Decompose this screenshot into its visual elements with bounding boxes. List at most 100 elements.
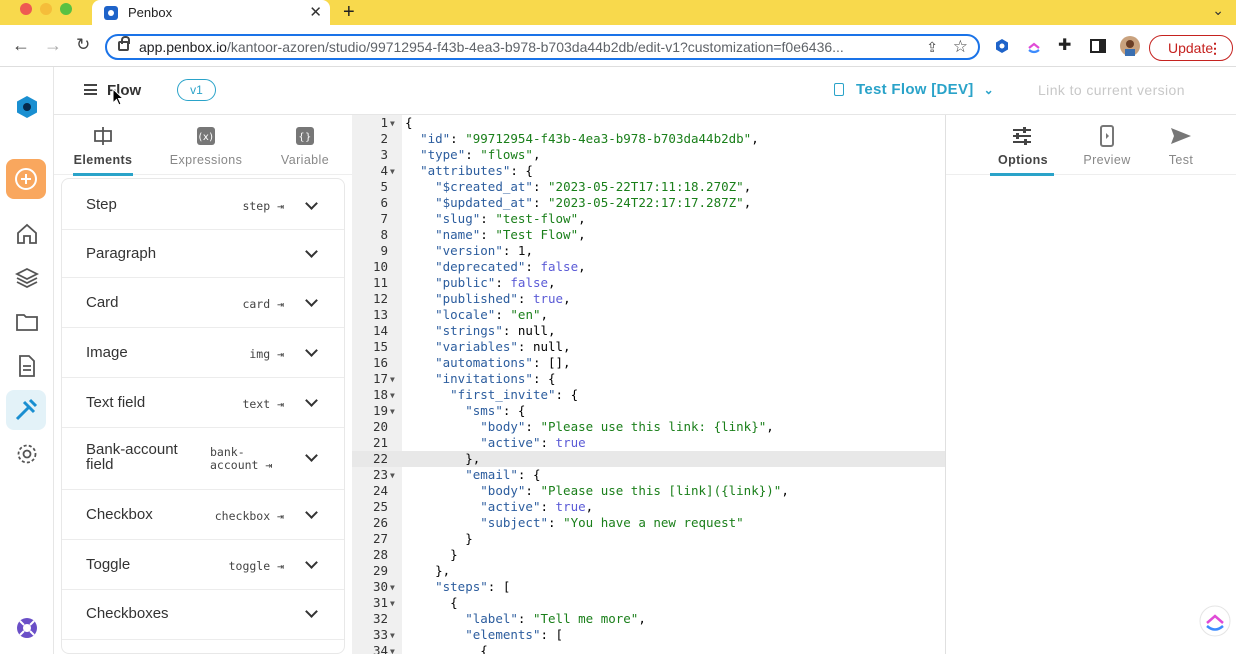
- code-line[interactable]: {: [405, 115, 413, 130]
- reload-icon[interactable]: ↻: [76, 35, 90, 55]
- new-tab-icon[interactable]: +: [343, 1, 355, 24]
- tab-options[interactable]: Options: [990, 125, 1054, 176]
- code-line[interactable]: "subject": "You have a new request": [405, 515, 743, 530]
- browser-menu-icon[interactable]: ⋮: [1208, 40, 1222, 57]
- code-line[interactable]: "sms": {: [405, 403, 525, 418]
- list-item-image[interactable]: Image img ⇥: [62, 328, 344, 378]
- share-icon[interactable]: ⇪: [926, 39, 938, 56]
- tab-expressions[interactable]: (x) Expressions: [167, 125, 245, 167]
- code-line[interactable]: "first_invite": {: [405, 387, 578, 402]
- list-item-paragraph[interactable]: Paragraph: [62, 230, 344, 278]
- list-item-text-field[interactable]: Text field text ⇥: [62, 378, 344, 428]
- chevron-down-icon[interactable]: [305, 294, 318, 307]
- chevron-down-icon[interactable]: [305, 556, 318, 569]
- list-item-bank-account-field[interactable]: Bank-account field bank-account ⇥: [62, 428, 344, 490]
- chevron-down-icon[interactable]: [305, 245, 318, 258]
- chevron-down-icon[interactable]: [305, 394, 318, 407]
- fold-toggle-icon[interactable]: ▼: [390, 407, 395, 416]
- clickup-floating-icon[interactable]: [1199, 605, 1231, 637]
- chevron-down-icon[interactable]: [305, 605, 318, 618]
- code-line[interactable]: "active": true,: [405, 499, 593, 514]
- profile-avatar-icon[interactable]: [1120, 36, 1140, 56]
- tab-search-icon[interactable]: ⌄: [1212, 2, 1224, 19]
- code-line[interactable]: "active": true: [405, 435, 585, 450]
- code-line[interactable]: "version": 1,: [405, 243, 533, 258]
- chevron-down-icon[interactable]: [305, 449, 318, 462]
- link-to-current-version-button[interactable]: Link to current version: [1038, 82, 1185, 98]
- chevron-down-icon[interactable]: [305, 506, 318, 519]
- fold-toggle-icon[interactable]: ▼: [390, 391, 395, 400]
- code-line[interactable]: "id": "99712954-f43b-4ea3-b978-b703da44b…: [405, 131, 759, 146]
- create-new-icon[interactable]: [6, 159, 46, 199]
- list-item-checkbox[interactable]: Checkbox checkbox ⇥: [62, 490, 344, 540]
- list-item-checkboxes[interactable]: Checkboxes: [62, 590, 344, 640]
- close-window-button[interactable]: [20, 3, 32, 15]
- folder-icon[interactable]: [15, 310, 39, 334]
- close-tab-icon[interactable]: ✕: [309, 3, 322, 21]
- fold-toggle-icon[interactable]: ▼: [390, 647, 395, 654]
- flow-selector-dropdown[interactable]: Test Flow [DEV] ⌄: [834, 81, 994, 98]
- code-line[interactable]: }: [405, 547, 458, 562]
- code-line[interactable]: "body": "Please use this link: {link}",: [405, 419, 774, 434]
- code-line[interactable]: "automations": [],: [405, 355, 570, 370]
- sidebar-panel-icon[interactable]: [1090, 38, 1106, 54]
- layers-icon[interactable]: [15, 266, 39, 290]
- code-line[interactable]: "variables": null,: [405, 339, 570, 354]
- fold-toggle-icon[interactable]: ▼: [390, 167, 395, 176]
- update-browser-button[interactable]: Update ⋮: [1149, 35, 1233, 61]
- code-line[interactable]: }: [405, 531, 473, 546]
- studio-tools-icon[interactable]: [6, 390, 46, 430]
- fold-toggle-icon[interactable]: ▼: [390, 583, 395, 592]
- code-line[interactable]: "published": true,: [405, 291, 571, 306]
- code-line[interactable]: {: [405, 595, 458, 610]
- tab-variable[interactable]: {} Variable: [277, 125, 333, 167]
- tab-test[interactable]: Test: [1165, 125, 1197, 167]
- code-line[interactable]: "email": {: [405, 467, 540, 482]
- code-line[interactable]: "steps": [: [405, 579, 510, 594]
- fold-toggle-icon[interactable]: ▼: [390, 471, 395, 480]
- back-icon[interactable]: ←: [12, 35, 30, 56]
- clickup-extension-icon[interactable]: [1026, 38, 1042, 54]
- url-input[interactable]: app.penbox.io/kantoor-azoren/studio/9971…: [105, 34, 980, 60]
- code-line[interactable]: },: [405, 451, 480, 466]
- list-item-step[interactable]: Step step ⇥: [62, 179, 344, 230]
- code-line[interactable]: "public": false,: [405, 275, 555, 290]
- help-lifebuoy-icon[interactable]: [15, 616, 39, 640]
- code-line[interactable]: "deprecated": false,: [405, 259, 586, 274]
- fold-toggle-icon[interactable]: ▼: [390, 631, 395, 640]
- code-line[interactable]: "$updated_at": "2023-05-24T22:17:17.287Z…: [405, 195, 751, 210]
- code-line[interactable]: {: [405, 643, 488, 654]
- extensions-puzzle-icon[interactable]: ✚: [1058, 35, 1074, 54]
- penbox-extension-icon[interactable]: [994, 38, 1010, 54]
- fold-toggle-icon[interactable]: ▼: [390, 375, 395, 384]
- tab-elements[interactable]: Elements: [73, 125, 133, 176]
- code-line[interactable]: "name": "Test Flow",: [405, 227, 586, 242]
- code-line[interactable]: "label": "Tell me more",: [405, 611, 646, 626]
- maximize-window-button[interactable]: [60, 3, 72, 15]
- code-line[interactable]: "slug": "test-flow",: [405, 211, 586, 226]
- tab-preview[interactable]: Preview: [1081, 125, 1133, 167]
- home-icon[interactable]: [15, 222, 39, 246]
- code-line[interactable]: },: [405, 563, 450, 578]
- code-line[interactable]: "attributes": {: [405, 163, 533, 178]
- code-line[interactable]: "invitations": {: [405, 371, 555, 386]
- menu-hamburger-icon[interactable]: [84, 84, 97, 95]
- list-item-card[interactable]: Card card ⇥: [62, 278, 344, 328]
- chevron-down-icon[interactable]: [305, 344, 318, 357]
- version-badge[interactable]: v1: [177, 79, 216, 101]
- json-code-editor[interactable]: 1 ▼{2 "id": "99712954-f43b-4ea3-b978-b703…: [352, 115, 946, 654]
- code-line[interactable]: "type": "flows",: [405, 147, 540, 162]
- code-line[interactable]: "$created_at": "2023-05-22T17:11:18.270Z…: [405, 179, 751, 194]
- forward-icon[interactable]: →: [44, 35, 62, 56]
- minimize-window-button[interactable]: [40, 3, 52, 15]
- code-line[interactable]: "elements": [: [405, 627, 563, 642]
- settings-gear-icon[interactable]: [15, 442, 39, 466]
- code-line[interactable]: "locale": "en",: [405, 307, 548, 322]
- code-line[interactable]: "body": "Please use this [link]({link})"…: [405, 483, 789, 498]
- browser-tab[interactable]: Penbox ✕: [92, 0, 330, 25]
- fold-toggle-icon[interactable]: ▼: [390, 599, 395, 608]
- document-icon[interactable]: [15, 354, 39, 378]
- bookmark-star-icon[interactable]: ☆: [953, 37, 968, 57]
- chevron-down-icon[interactable]: [305, 197, 318, 210]
- fold-toggle-icon[interactable]: ▼: [390, 119, 395, 128]
